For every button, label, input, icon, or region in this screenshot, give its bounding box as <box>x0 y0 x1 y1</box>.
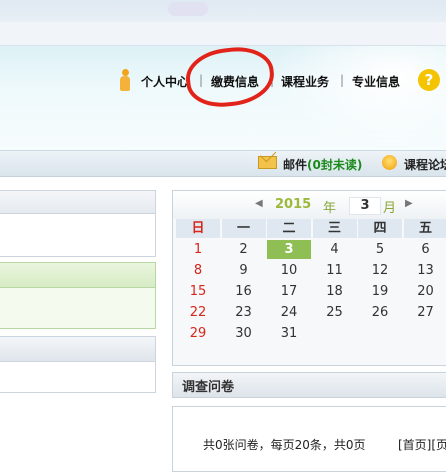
calendar-day[interactable]: 2 <box>222 240 266 259</box>
weekday-header: 四 <box>358 219 402 238</box>
next-month-arrow-icon[interactable]: ▶ <box>405 198 413 209</box>
calendar-day <box>313 324 357 343</box>
calendar-day[interactable]: 16 <box>222 282 266 301</box>
weekday-header: 二 <box>267 219 311 238</box>
calendar-year-label: 年 <box>323 201 337 216</box>
calendar-day[interactable]: 31 <box>267 324 311 343</box>
calendar-day[interactable]: 15 <box>176 282 220 301</box>
left-panel-1-body <box>0 214 156 257</box>
weekday-header: 一 <box>221 219 266 238</box>
nav-major-info[interactable]: 专业信息 <box>352 73 400 90</box>
weekday-header: 五 <box>403 219 446 238</box>
person-icon <box>120 69 130 91</box>
calendar-header: ◀ 2015 年 3 月 ▶ <box>173 191 446 219</box>
calendar-year[interactable]: 2015 <box>275 197 311 212</box>
left-panel-3-header <box>0 336 156 362</box>
banner-glow <box>270 46 446 150</box>
calendar-day <box>404 324 446 343</box>
survey-pager-text: 共0张问卷，每页20条，共0页 <box>203 438 366 452</box>
calendar-day[interactable]: 23 <box>222 303 266 322</box>
left-panel-3-body <box>0 362 156 393</box>
calendar-day-today[interactable]: 3 <box>267 240 311 259</box>
mail-link[interactable]: 邮件(0封未读) <box>283 156 362 173</box>
nav-separator: | <box>340 73 345 87</box>
calendar-day[interactable]: 17 <box>267 282 311 301</box>
calendar-day[interactable]: 18 <box>313 282 357 301</box>
help-icon[interactable]: ? <box>418 69 440 91</box>
mail-unread-count: (0封未读) <box>307 158 363 172</box>
calendar-day[interactable]: 10 <box>267 261 311 280</box>
calendar-day[interactable]: 8 <box>176 261 220 280</box>
blurred-tab <box>168 2 208 16</box>
survey-title: 调查问卷 <box>182 380 235 395</box>
calendar-day[interactable]: 27 <box>404 303 446 322</box>
calendar-day[interactable]: 24 <box>267 303 311 322</box>
calendar-day[interactable]: 1 <box>176 240 220 259</box>
toolbar <box>0 150 446 177</box>
mail-icon[interactable] <box>258 156 277 169</box>
calendar-day[interactable]: 4 <box>313 240 357 259</box>
calendar-day[interactable]: 19 <box>358 282 402 301</box>
calendar-day[interactable]: 5 <box>358 240 402 259</box>
calendar-day[interactable]: 9 <box>222 261 266 280</box>
calendar-month-label: 月 <box>383 201 397 216</box>
calendar-day[interactable]: 25 <box>313 303 357 322</box>
forum-link[interactable]: 课程论坛 <box>404 156 446 173</box>
calendar: ◀ 2015 年 3 月 ▶ 日一二三四五 1 2 3 4 5 6 8 9 10 11 12 13 15 1… <box>172 190 446 366</box>
left-panel-2-body <box>0 288 156 329</box>
prev-year-arrow-icon[interactable]: ◀ <box>255 198 263 209</box>
calendar-day[interactable]: 11 <box>313 261 357 280</box>
nav-course-business[interactable]: 课程业务 <box>281 73 329 90</box>
calendar-day[interactable]: 30 <box>222 324 266 343</box>
calendar-day[interactable]: 6 <box>404 240 446 259</box>
header-line <box>0 22 446 46</box>
calendar-day <box>358 324 402 343</box>
survey-first-page-button[interactable]: [首页][页 <box>398 436 446 453</box>
top-strip <box>0 0 446 22</box>
calendar-month[interactable]: 3 <box>349 197 381 215</box>
calendar-day[interactable]: 22 <box>176 303 220 322</box>
weekday-header: 日 <box>176 219 220 238</box>
calendar-day[interactable]: 29 <box>176 324 220 343</box>
weekday-header: 三 <box>312 219 357 238</box>
calendar-day[interactable]: 20 <box>404 282 446 301</box>
calendar-day[interactable]: 13 <box>404 261 446 280</box>
nav-personal-center[interactable]: 个人中心 <box>141 73 189 90</box>
left-panel-2-header <box>0 262 156 288</box>
calendar-day[interactable]: 12 <box>358 261 402 280</box>
calendar-day[interactable]: 26 <box>358 303 402 322</box>
left-panel-1-header <box>0 190 156 214</box>
forum-icon[interactable] <box>382 155 397 170</box>
mail-label: 邮件 <box>283 158 308 172</box>
